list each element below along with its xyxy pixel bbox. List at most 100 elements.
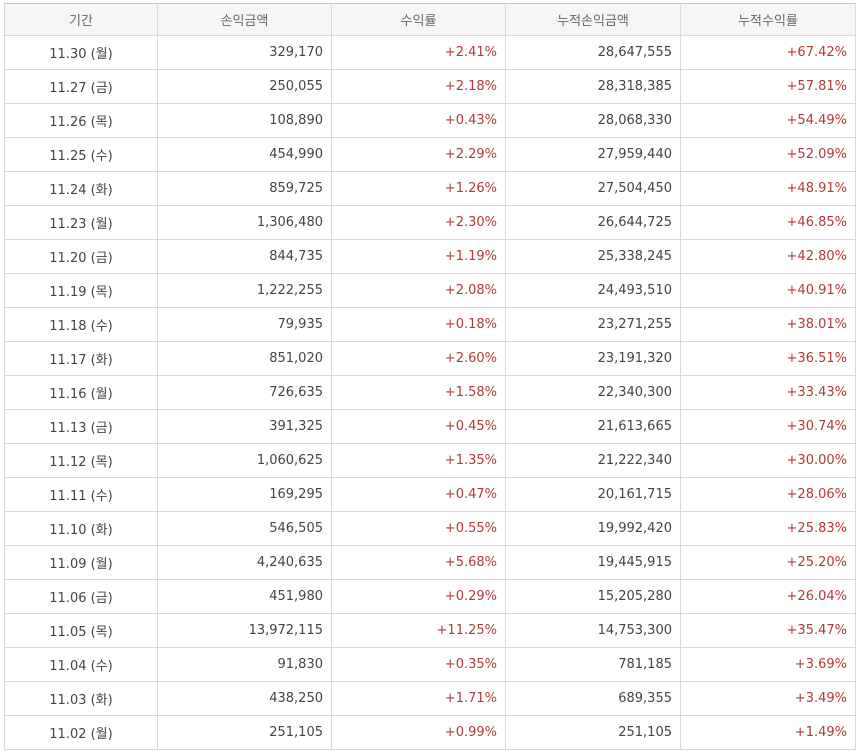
profit-amount-cell: 91,830 [157, 647, 332, 682]
return-rate-cell: +1.26% [331, 171, 506, 206]
profit-amount-cell: 844,735 [157, 239, 332, 274]
cumulative-return-cell: +33.43% [680, 375, 856, 410]
return-rate-cell: +0.18% [331, 307, 506, 342]
cumulative-return-cell: +67.42% [680, 35, 856, 70]
profit-amount-cell: 391,325 [157, 409, 332, 444]
cumulative-profit-cell: 26,644,725 [505, 205, 681, 240]
date-cell: 11.12 (목) [4, 443, 158, 478]
cumulative-return-cell: +28.06% [680, 477, 856, 512]
cumulative-profit-cell: 21,222,340 [505, 443, 681, 478]
return-rate-cell: +0.35% [331, 647, 506, 682]
cumulative-return-cell: +46.85% [680, 205, 856, 240]
cumulative-return-cell: +30.74% [680, 409, 856, 444]
return-rate-cell: +2.60% [331, 341, 506, 376]
return-rate-cell: +0.99% [331, 715, 506, 750]
cumulative-profit-cell: 28,068,330 [505, 103, 681, 138]
profit-amount-cell: 451,980 [157, 579, 332, 614]
date-cell: 11.30 (월) [4, 35, 158, 70]
cumulative-profit-cell: 781,185 [505, 647, 681, 682]
daily-profit-table: 기간 손익금액 수익률 누적손익금액 누적수익률 11.30 (월) 329,17… [4, 3, 856, 750]
return-rate-cell: +0.55% [331, 511, 506, 546]
date-cell: 11.20 (금) [4, 239, 158, 274]
profit-amount-cell: 1,306,480 [157, 205, 332, 240]
cumulative-profit-cell: 22,340,300 [505, 375, 681, 410]
table-row: 11.16 (월) 726,635 +1.58% 22,340,300 +33.43% [4, 375, 856, 410]
return-rate-cell: +1.19% [331, 239, 506, 274]
table-row: 11.24 (화) 859,725 +1.26% 27,504,450 +48.91% [4, 171, 856, 206]
table-row: 11.11 (수) 169,295 +0.47% 20,161,715 +28.06% [4, 477, 856, 512]
cumulative-profit-cell: 27,504,450 [505, 171, 681, 206]
cumulative-profit-cell: 21,613,665 [505, 409, 681, 444]
profit-amount-cell: 4,240,635 [157, 545, 332, 580]
return-rate-cell: +1.35% [331, 443, 506, 478]
return-rate-cell: +2.30% [331, 205, 506, 240]
date-cell: 11.19 (목) [4, 273, 158, 308]
date-cell: 11.09 (월) [4, 545, 158, 580]
profit-amount-cell: 438,250 [157, 681, 332, 716]
profit-amount-cell: 546,505 [157, 511, 332, 546]
cumulative-return-cell: +30.00% [680, 443, 856, 478]
profit-amount-cell: 13,972,115 [157, 613, 332, 648]
cumulative-profit-cell: 19,445,915 [505, 545, 681, 580]
table-row: 11.25 (수) 454,990 +2.29% 27,959,440 +52.09% [4, 137, 856, 172]
return-rate-cell: +0.43% [331, 103, 506, 138]
cumulative-return-cell: +52.09% [680, 137, 856, 172]
table-row: 11.10 (화) 546,505 +0.55% 19,992,420 +25.83% [4, 511, 856, 546]
table-row: 11.17 (화) 851,020 +2.60% 23,191,320 +36.51% [4, 341, 856, 376]
cumulative-return-cell: +54.49% [680, 103, 856, 138]
table-row: 11.13 (금) 391,325 +0.45% 21,613,665 +30.74% [4, 409, 856, 444]
table-row: 11.03 (화) 438,250 +1.71% 689,355 +3.49% [4, 681, 856, 716]
date-cell: 11.25 (수) [4, 137, 158, 172]
date-cell: 11.11 (수) [4, 477, 158, 512]
profit-amount-cell: 169,295 [157, 477, 332, 512]
cumulative-return-cell: +3.69% [680, 647, 856, 682]
return-rate-cell: +5.68% [331, 545, 506, 580]
return-rate-cell: +2.18% [331, 69, 506, 104]
table-row: 11.23 (월) 1,306,480 +2.30% 26,644,725 +46.85… [4, 205, 856, 240]
date-cell: 11.27 (금) [4, 69, 158, 104]
profit-amount-cell: 726,635 [157, 375, 332, 410]
date-cell: 11.26 (목) [4, 103, 158, 138]
return-rate-cell: +1.71% [331, 681, 506, 716]
return-rate-cell: +1.58% [331, 375, 506, 410]
profit-amount-cell: 329,170 [157, 35, 332, 70]
cumulative-return-cell: +36.51% [680, 341, 856, 376]
cumulative-return-cell: +25.83% [680, 511, 856, 546]
cumulative-return-cell: +25.20% [680, 545, 856, 580]
date-cell: 11.05 (목) [4, 613, 158, 648]
cumulative-return-cell: +42.80% [680, 239, 856, 274]
cumulative-profit-cell: 19,992,420 [505, 511, 681, 546]
header-row: 기간 손익금액 수익률 누적손익금액 누적수익률 [4, 3, 856, 36]
return-rate-cell: +2.29% [331, 137, 506, 172]
profit-amount-cell: 1,222,255 [157, 273, 332, 308]
return-rate-cell: +11.25% [331, 613, 506, 648]
cumulative-return-cell: +35.47% [680, 613, 856, 648]
profit-amount-cell: 851,020 [157, 341, 332, 376]
header-period: 기간 [4, 3, 158, 36]
profit-amount-cell: 1,060,625 [157, 443, 332, 478]
table-row: 11.19 (목) 1,222,255 +2.08% 24,493,510 +40.91… [4, 273, 856, 308]
header-return-rate: 수익률 [331, 3, 506, 36]
return-rate-cell: +0.29% [331, 579, 506, 614]
profit-table-container: 기간 손익금액 수익률 누적손익금액 누적수익률 11.30 (월) 329,17… [4, 3, 856, 750]
profit-amount-cell: 859,725 [157, 171, 332, 206]
profit-amount-cell: 251,105 [157, 715, 332, 750]
date-cell: 11.02 (월) [4, 715, 158, 750]
table-row: 11.12 (목) 1,060,625 +1.35% 21,222,340 +30.00… [4, 443, 856, 478]
return-rate-cell: +0.47% [331, 477, 506, 512]
return-rate-cell: +0.45% [331, 409, 506, 444]
cumulative-return-cell: +57.81% [680, 69, 856, 104]
table-row: 11.18 (수) 79,935 +0.18% 23,271,255 +38.01% [4, 307, 856, 342]
date-cell: 11.23 (월) [4, 205, 158, 240]
table-row: 11.06 (금) 451,980 +0.29% 15,205,280 +26.04% [4, 579, 856, 614]
cumulative-profit-cell: 24,493,510 [505, 273, 681, 308]
return-rate-cell: +2.08% [331, 273, 506, 308]
date-cell: 11.04 (수) [4, 647, 158, 682]
table-header: 기간 손익금액 수익률 누적손익금액 누적수익률 [4, 3, 856, 36]
cumulative-profit-cell: 251,105 [505, 715, 681, 750]
date-cell: 11.10 (화) [4, 511, 158, 546]
table-row: 11.30 (월) 329,170 +2.41% 28,647,555 +67.42% [4, 35, 856, 70]
table-row: 11.26 (목) 108,890 +0.43% 28,068,330 +54.49% [4, 103, 856, 138]
cumulative-return-cell: +1.49% [680, 715, 856, 750]
cumulative-profit-cell: 14,753,300 [505, 613, 681, 648]
